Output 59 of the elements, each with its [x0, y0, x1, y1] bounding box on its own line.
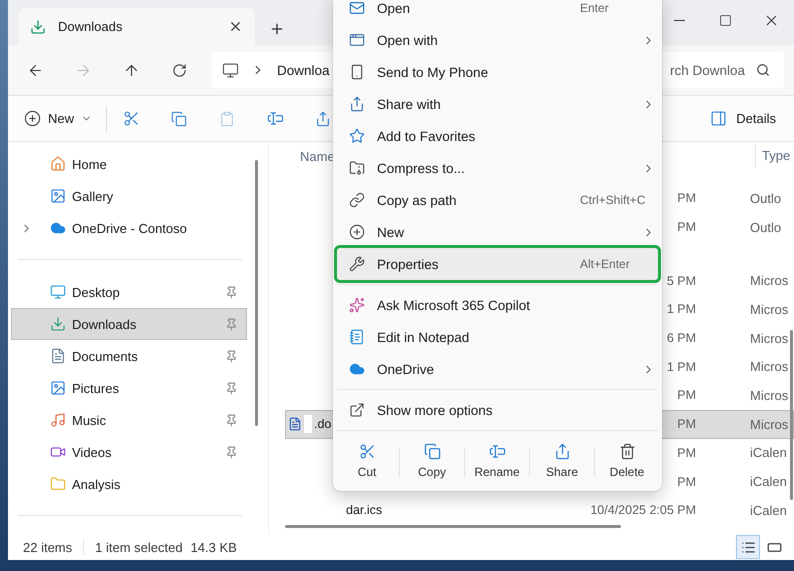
menu-action-button[interactable]: Copy — [400, 439, 464, 485]
nav-item[interactable]: Documents — [11, 340, 247, 372]
nav-item[interactable]: Home — [11, 148, 247, 180]
type-cell-text: Outlo — [750, 190, 782, 206]
menu-item[interactable]: Show more options — [337, 394, 658, 426]
selection-size: 14.3 KB — [190, 540, 237, 554]
menu-item[interactable]: Properties Alt+Enter — [337, 248, 658, 280]
nav-item[interactable]: Downloads — [11, 308, 247, 340]
menu-action-button[interactable]: Cut — [335, 439, 399, 485]
menu-item[interactable]: Open Enter — [337, 0, 658, 24]
type-cell-text: Micros — [750, 359, 790, 374]
type-cell-text: Outlo — [750, 220, 782, 235]
nav-item[interactable]: Analysis — [11, 468, 247, 500]
nav-item[interactable]: Desktop — [11, 276, 247, 308]
date-cell: PM — [677, 388, 696, 402]
menu-item[interactable]: Edit in Notepad — [337, 321, 658, 353]
file-name: .do — [314, 417, 332, 432]
nav-item[interactable]: Music — [11, 404, 247, 436]
selection-count: 1 item selected — [95, 540, 183, 554]
type-cell-text: Micros — [750, 302, 790, 317]
date-cell: PM — [677, 417, 696, 432]
type-cell-text: iCalen — [750, 474, 788, 490]
type-cell-text: Micros — [750, 416, 790, 432]
date-cell: PM — [677, 220, 696, 234]
menu-item[interactable]: OneDrive — [337, 353, 658, 385]
date-cell: 1 PM — [666, 360, 696, 374]
nav-item[interactable]: Gallery — [11, 180, 247, 212]
column-header[interactable]: Type — [755, 145, 794, 167]
type-cell-text: Micros — [750, 388, 790, 403]
type-cell-text: Micros — [750, 330, 790, 346]
folder-tab[interactable]: Downloads — [18, 8, 255, 45]
nav-item[interactable]: Pictures — [11, 372, 247, 404]
menu-item[interactable]: Compress to... — [337, 152, 658, 184]
nav-item[interactable]: Videos — [11, 436, 247, 468]
new-button[interactable]: New — [16, 102, 100, 134]
type-cell-text: iCalen — [750, 502, 788, 518]
date-cell: PM — [677, 191, 696, 206]
details-button[interactable]: Details — [702, 102, 784, 134]
type-cell-text: Micros — [750, 273, 790, 288]
menu-item[interactable]: Add to Favorites — [337, 120, 658, 152]
nav-item[interactable]: OneDrive - Contoso — [11, 212, 247, 244]
date-cell: PM — [677, 474, 696, 489]
breadcrumb[interactable]: Downloa — [277, 62, 330, 78]
date-cell: 10/4/2025 2:05 PM — [590, 503, 696, 518]
file-name: dar.ics — [346, 503, 382, 518]
menu-item[interactable]: Ask Microsoft 365 Copilot — [337, 289, 658, 321]
file-row[interactable]: dar.ics 10/4/2025 2:05 PM iCalen — [285, 496, 794, 525]
menu-item[interactable]: Share with — [337, 88, 658, 120]
date-cell: 1 PM — [666, 302, 696, 316]
menu-action-button[interactable]: Rename — [465, 439, 529, 485]
date-cell: 5 PM — [666, 274, 696, 288]
date-cell: PM — [677, 446, 696, 460]
type-cell-text: iCalen — [750, 445, 788, 460]
menu-action-button[interactable]: Delete — [595, 439, 659, 485]
menu-item[interactable]: Copy as path Ctrl+Shift+C — [337, 184, 658, 216]
menu-action-button[interactable]: Share — [530, 439, 594, 485]
item-count: 22 items — [23, 540, 72, 554]
menu-item[interactable]: New — [337, 216, 658, 248]
date-cell: 6 PM — [666, 331, 696, 346]
